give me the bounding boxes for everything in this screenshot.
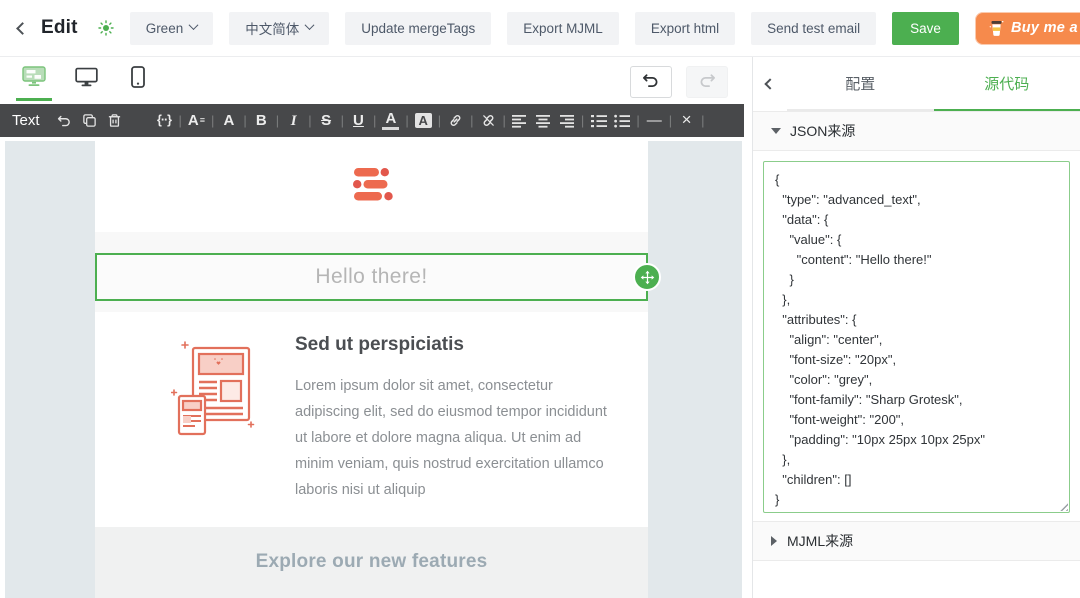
- undo-icon: [642, 72, 660, 93]
- feature-body-text: Lorem ipsum dolor sit amet, consectetur …: [295, 378, 607, 498]
- hello-text: Hello there!: [315, 265, 428, 288]
- italic-icon[interactable]: I: [285, 112, 302, 130]
- language-select[interactable]: 中文简体: [229, 11, 330, 45]
- selected-text-block[interactable]: Hello there!: [95, 253, 661, 301]
- json-source-section-header[interactable]: JSON来源: [753, 111, 1080, 151]
- buy-me-a-coffee-button[interactable]: Buy me a coffee: [974, 11, 1080, 45]
- settings-panel: 配置 源代码 JSON来源 { "type": "advanced_text",…: [752, 57, 1080, 598]
- unlink-icon[interactable]: [480, 113, 497, 128]
- page-title: Edit: [41, 17, 78, 38]
- template-background[interactable]: Hello there! Sed ut perspiciatis Lorem i…: [5, 141, 742, 598]
- tab-mobile-preview[interactable]: [112, 57, 164, 101]
- align-left-icon[interactable]: [512, 114, 529, 128]
- block-type-label: Text: [12, 112, 40, 129]
- unordered-list-icon[interactable]: [613, 114, 630, 128]
- send-test-email-button[interactable]: Send test email: [751, 11, 877, 45]
- editor-subbar: [0, 57, 752, 104]
- brand-logo: [349, 167, 395, 206]
- text-format-toolbar: Text {··} | A ≡ | A | B | I | S | U | A |…: [0, 104, 744, 137]
- chevron-left-icon: [764, 78, 776, 90]
- footer-heading: Explore our new features: [255, 551, 488, 572]
- coffee-cup-icon: [989, 19, 1004, 38]
- collapse-panel-button[interactable]: [753, 57, 787, 111]
- tab-editor[interactable]: [8, 57, 60, 101]
- export-html-button[interactable]: Export html: [634, 11, 736, 45]
- desktop-icon: [74, 67, 98, 92]
- caret-down-icon: [771, 128, 781, 134]
- block-undo-icon[interactable]: [57, 113, 72, 128]
- json-source-body: { "type": "advanced_text", "data": { "va…: [753, 151, 1080, 513]
- device-tabs: [8, 57, 164, 104]
- logo-section[interactable]: [95, 141, 648, 232]
- section-padding-strip[interactable]: [95, 301, 648, 312]
- feature-title: Sed ut perspiciatis: [295, 334, 464, 355]
- app-header: Edit Green 中文简体 Update mergeTags Export …: [0, 0, 1080, 57]
- redo-icon: [698, 72, 716, 93]
- chevron-down-icon: [304, 20, 315, 31]
- align-right-icon[interactable]: [558, 114, 575, 128]
- panel-tabs: 配置 源代码: [753, 57, 1080, 111]
- chevron-left-icon: [16, 21, 29, 35]
- theme-sun-icon: [97, 20, 114, 36]
- bold-icon[interactable]: B: [253, 112, 270, 130]
- feature-section[interactable]: Sed ut perspiciatis Lorem ipsum dolor si…: [95, 312, 648, 527]
- tab-desktop-preview[interactable]: [60, 57, 112, 101]
- save-button[interactable]: Save: [892, 11, 959, 45]
- ordered-list-icon[interactable]: [590, 114, 607, 128]
- email-content-column: Hello there! Sed ut perspiciatis Lorem i…: [95, 141, 661, 598]
- background-color-icon[interactable]: A: [414, 112, 432, 129]
- merge-tags-icon[interactable]: {··}: [156, 113, 173, 128]
- block-delete-icon[interactable]: [107, 113, 122, 128]
- tab-source-code[interactable]: 源代码: [933, 57, 1080, 111]
- features-footer-section[interactable]: Explore our new features: [95, 527, 648, 598]
- editor-icon: [21, 66, 47, 92]
- json-source-textarea[interactable]: { "type": "advanced_text", "data": { "va…: [763, 161, 1070, 513]
- back-button[interactable]: [16, 21, 29, 35]
- move-arrows-icon: [640, 270, 654, 284]
- undo-button[interactable]: [630, 66, 672, 98]
- close-toolbar-icon[interactable]: ×: [678, 110, 695, 130]
- theme-select[interactable]: Green: [129, 11, 214, 45]
- email-canvas: Hello there! Sed ut perspiciatis Lorem i…: [0, 137, 744, 598]
- text-color-icon[interactable]: A: [382, 111, 400, 130]
- mjml-source-section-header[interactable]: MJML来源: [753, 521, 1080, 561]
- link-icon[interactable]: [447, 113, 464, 128]
- underline-icon[interactable]: U: [350, 112, 367, 130]
- drag-move-handle[interactable]: [633, 263, 661, 291]
- font-family-icon[interactable]: A: [220, 112, 237, 130]
- mobile-icon: [131, 65, 145, 93]
- horizontal-line-icon[interactable]: —: [646, 112, 663, 130]
- update-mergetags-button[interactable]: Update mergeTags: [345, 11, 492, 45]
- redo-button[interactable]: [686, 66, 728, 98]
- tab-configuration[interactable]: 配置: [787, 57, 934, 111]
- block-copy-icon[interactable]: [82, 113, 97, 128]
- chevron-down-icon: [188, 20, 199, 31]
- align-center-icon[interactable]: [535, 114, 552, 128]
- newsletter-illustration: [170, 338, 257, 438]
- export-mjml-button[interactable]: Export MJML: [507, 11, 619, 45]
- section-padding-strip[interactable]: [95, 232, 648, 253]
- strikethrough-icon[interactable]: S: [318, 112, 335, 130]
- caret-right-icon: [771, 536, 777, 546]
- font-size-icon[interactable]: A ≡: [188, 112, 205, 130]
